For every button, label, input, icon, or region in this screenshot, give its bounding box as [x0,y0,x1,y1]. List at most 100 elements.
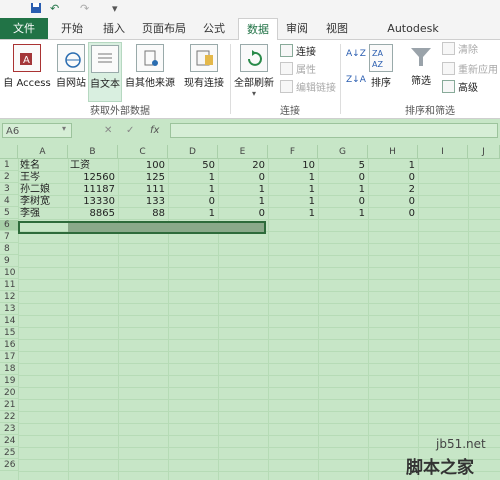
cell-d5[interactable]: 1 [168,208,215,219]
cell-h4[interactable]: 0 [368,196,415,207]
cell-h1[interactable]: 1 [368,160,415,171]
cell-c3[interactable]: 111 [118,184,165,195]
tab-data[interactable]: 数据 [238,18,278,40]
row-header-1[interactable]: 1 [0,160,18,171]
row-header-22[interactable]: 22 [0,412,18,423]
row-header-5[interactable]: 5 [0,208,18,219]
cell-f1[interactable]: 10 [268,160,315,171]
cell-f3[interactable]: 1 [268,184,315,195]
worksheet-grid[interactable]: ABCDEFGHIJ 1 2 3 4 5 6 7 8 9 10 11 12 13 14 15 16 17 18 19… [0,145,500,480]
cell-b3[interactable]: 11187 [68,184,115,195]
tab-formulas[interactable]: 公式 [196,18,232,39]
cell-b5[interactable]: 8865 [68,208,115,219]
row-header-24[interactable]: 24 [0,436,18,447]
column-header-a[interactable]: A [18,145,68,159]
row-header-7[interactable]: 7 [0,232,18,243]
cancel-icon[interactable]: ✕ [104,123,112,138]
advanced-filter-button[interactable]: 高级 [442,80,478,96]
column-header-e[interactable]: E [218,145,268,159]
row-header-15[interactable]: 15 [0,328,18,339]
row-header-4[interactable]: 4 [0,196,18,207]
cell-c2[interactable]: 125 [118,172,165,183]
cell-e4[interactable]: 1 [218,196,265,207]
cell-e5[interactable]: 0 [218,208,265,219]
cell-e2[interactable]: 0 [218,172,265,183]
select-all-corner[interactable] [0,145,18,159]
row-header-14[interactable]: 14 [0,316,18,327]
cell-h3[interactable]: 2 [368,184,415,195]
insert-function-icon[interactable]: fx [150,123,159,138]
filter-button[interactable]: 筛选 [404,42,438,87]
tab-file[interactable]: 文件 [0,18,48,39]
row-header-8[interactable]: 8 [0,244,18,255]
row-header-16[interactable]: 16 [0,340,18,351]
connections-button[interactable]: 连接 [280,44,316,60]
clear-filter-button[interactable]: 清除 [442,42,478,58]
cell-c1[interactable]: 100 [118,160,165,171]
cell-a3[interactable]: 孙二娘 [20,184,50,195]
row-header-20[interactable]: 20 [0,388,18,399]
column-header-h[interactable]: H [368,145,418,159]
cell-g1[interactable]: 5 [318,160,365,171]
tab-review[interactable]: 审阅 [282,18,312,39]
row-header-11[interactable]: 11 [0,280,18,291]
refresh-dropdown-chevron-icon[interactable]: ▾ [232,89,276,98]
reapply-button[interactable]: 重新应用 [442,62,498,78]
undo-button[interactable]: ↶ [50,2,59,16]
cell-e1[interactable]: 20 [218,160,265,171]
cell-d2[interactable]: 1 [168,172,215,183]
active-cell-a6[interactable] [18,221,266,234]
sort-button[interactable]: ZA AZ 排序 [366,42,396,89]
row-header-2[interactable]: 2 [0,172,18,183]
row-header-3[interactable]: 3 [0,184,18,195]
tab-page-layout[interactable]: 页面布局 [138,18,190,39]
cell-e3[interactable]: 1 [218,184,265,195]
sort-ascending-icon[interactable]: A↓Z [346,46,366,62]
column-header-g[interactable]: G [318,145,368,159]
cell-b4[interactable]: 13330 [68,196,115,207]
column-header-i[interactable]: I [418,145,468,159]
row-header-6[interactable]: 6 [0,220,18,231]
cell-d1[interactable]: 50 [168,160,215,171]
cell-h5[interactable]: 0 [368,208,415,219]
column-header-j[interactable]: J [468,145,500,159]
cell-b2[interactable]: 12560 [68,172,115,183]
cell-a2[interactable]: 王岑 [20,172,40,183]
cell-f4[interactable]: 1 [268,196,315,207]
row-header-10[interactable]: 10 [0,268,18,279]
row-header-26[interactable]: 26 [0,460,18,471]
tab-home[interactable]: 开始 [54,18,90,39]
formula-input[interactable] [170,123,498,138]
cell-g2[interactable]: 0 [318,172,365,183]
column-header-f[interactable]: F [268,145,318,159]
row-header-23[interactable]: 23 [0,424,18,435]
cell-a4[interactable]: 李树宽 [20,196,50,207]
from-access-button[interactable]: A 自 Access [2,42,52,89]
row-header-18[interactable]: 18 [0,364,18,375]
cell-h2[interactable]: 0 [368,172,415,183]
tab-autodesk-vault[interactable]: Autodesk Vault(K) [364,18,462,56]
from-text-button[interactable]: 自文本 [88,42,122,102]
cell-g3[interactable]: 1 [318,184,365,195]
cell-f2[interactable]: 1 [268,172,315,183]
column-header-d[interactable]: D [168,145,218,159]
row-header-13[interactable]: 13 [0,304,18,315]
row-header-25[interactable]: 25 [0,448,18,459]
tab-view[interactable]: 视图 [322,18,352,39]
row-header-19[interactable]: 19 [0,376,18,387]
cell-c5[interactable]: 88 [118,208,165,219]
from-web-button[interactable]: 自网站 [54,42,88,89]
row-header-17[interactable]: 17 [0,352,18,363]
cell-d3[interactable]: 1 [168,184,215,195]
tab-insert[interactable]: 插入 [96,18,132,39]
existing-connections-button[interactable]: 现有连接 [180,42,228,89]
properties-button[interactable]: 属性 [280,62,316,78]
column-header-b[interactable]: B [68,145,118,159]
cell-b1[interactable]: 工资 [70,160,90,171]
cell-f5[interactable]: 1 [268,208,315,219]
redo-button[interactable]: ↷ [80,2,89,16]
column-header-c[interactable]: C [118,145,168,159]
name-box-dropdown-chevron-icon[interactable]: ▾ [62,124,66,133]
sort-descending-icon[interactable]: Z↓A [346,72,366,88]
row-header-12[interactable]: 12 [0,292,18,303]
